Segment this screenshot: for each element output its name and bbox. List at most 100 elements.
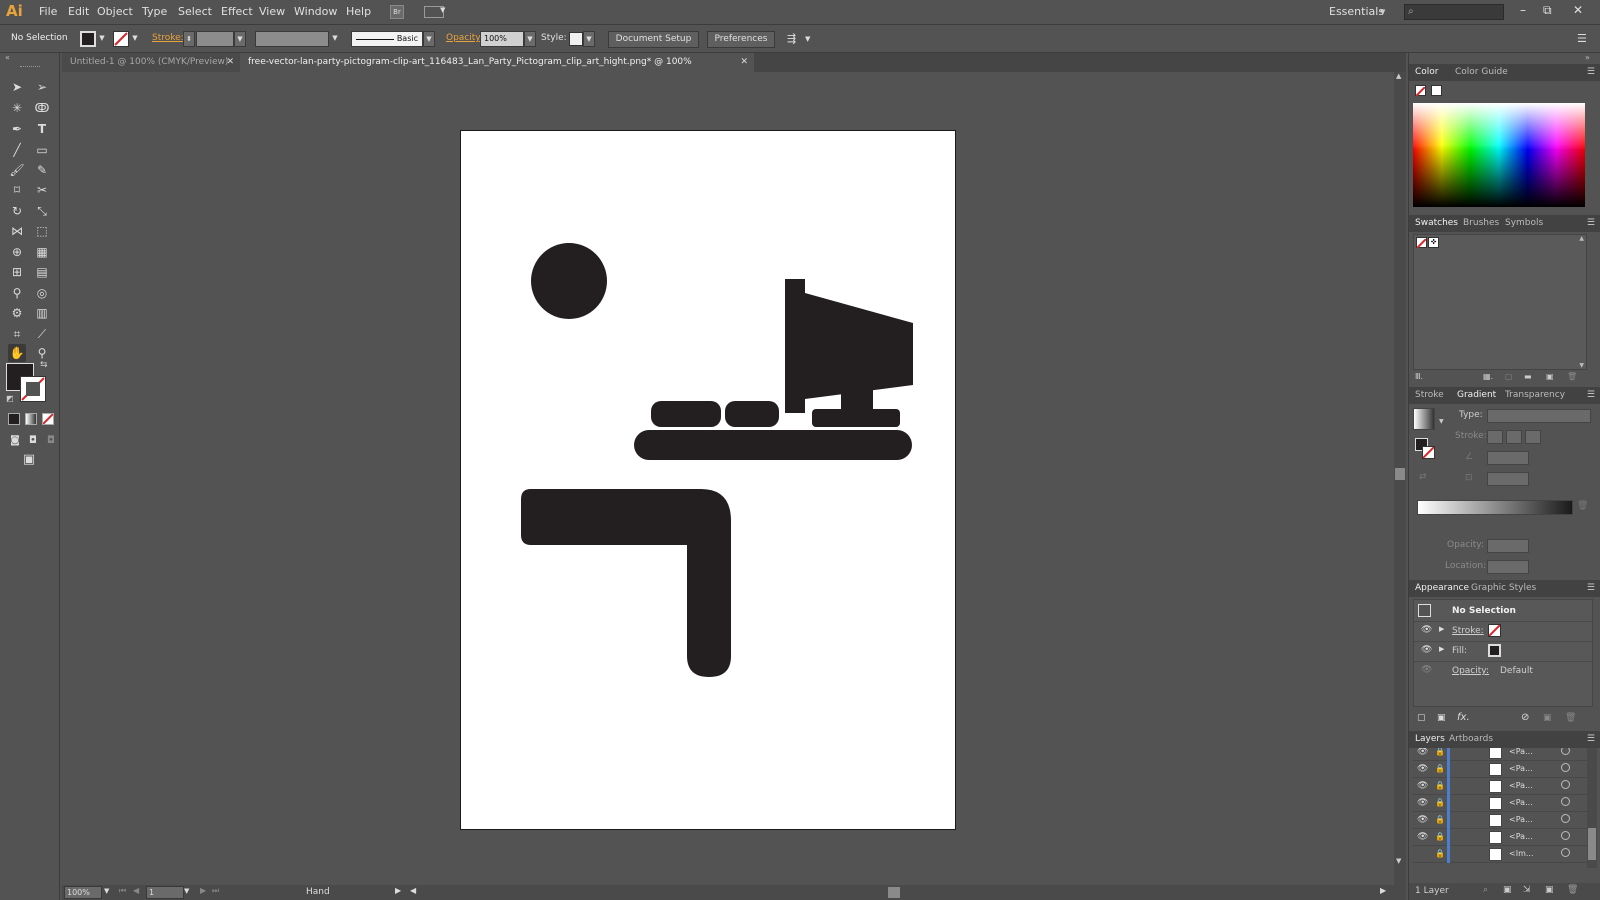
scrollbar-thumb[interactable] <box>1588 828 1596 860</box>
lock-icon[interactable]: 🔒 <box>1435 815 1445 824</box>
chevron-down-icon[interactable]: ▼ <box>583 31 595 47</box>
lock-icon[interactable]: 🔒 <box>1435 849 1445 858</box>
scroll-left-icon[interactable]: ◀ <box>410 886 416 895</box>
tab-untitled-1[interactable]: Untitled-1 @ 100% (CMYK/Preview) ✕ <box>62 53 240 72</box>
target-icon[interactable] <box>1561 780 1570 789</box>
zoom-level-input[interactable]: 100% <box>64 886 102 899</box>
expand-triangle-icon[interactable]: ▶ <box>1439 625 1444 633</box>
visibility-eye-icon[interactable]: 👁 <box>1421 665 1432 675</box>
swatch-libraries-icon[interactable]: Ⅲ. <box>1415 372 1423 381</box>
document-setup-button[interactable]: Document Setup <box>608 31 699 48</box>
brush-definition[interactable]: Basic <box>351 31 423 47</box>
panel-menu-icon[interactable]: ☰ <box>1587 64 1595 81</box>
direct-selection-tool-icon[interactable]: ➢ <box>33 78 51 96</box>
target-icon[interactable] <box>1561 848 1570 857</box>
show-swatch-kinds-icon[interactable]: ▦. <box>1483 372 1493 381</box>
layers-scrollbar[interactable] <box>1587 748 1597 868</box>
new-swatch-icon[interactable]: ▣ <box>1546 372 1554 381</box>
lan-party-pictogram[interactable] <box>461 131 957 831</box>
selection-tool-icon[interactable]: ➤ <box>8 78 26 96</box>
tab-color[interactable]: Color <box>1415 64 1439 81</box>
angle-input[interactable] <box>1487 451 1529 465</box>
make-clipping-mask-icon[interactable]: ▣ <box>1503 885 1512 895</box>
blend-tool-icon[interactable]: ◎ <box>33 284 51 302</box>
draw-normal-icon[interactable]: ◙ <box>6 432 24 450</box>
gradient-mode-icon[interactable] <box>25 413 37 425</box>
width-tool-icon[interactable]: ⋈ <box>8 222 26 240</box>
paintbrush-tool-icon[interactable]: 🖌 <box>8 161 26 179</box>
duplicate-item-icon[interactable]: ▣ <box>1543 713 1552 723</box>
none-mode-icon[interactable] <box>42 413 54 425</box>
locate-object-icon[interactable]: ⌕ <box>1483 885 1488 895</box>
stroke-indicator[interactable] <box>1422 446 1435 459</box>
lock-icon[interactable]: 🔒 <box>1435 748 1445 756</box>
add-new-fill-icon[interactable]: ▣ <box>1437 713 1446 723</box>
magic-wand-tool-icon[interactable]: ✳ <box>8 99 26 117</box>
last-artboard-icon[interactable]: ⏭ <box>212 886 219 896</box>
tab-appearance[interactable]: Appearance <box>1415 580 1469 597</box>
trash-icon[interactable]: 🗑 <box>1565 713 1576 723</box>
artboard[interactable] <box>460 130 956 830</box>
tab-gradient[interactable]: Gradient <box>1457 387 1496 404</box>
lock-icon[interactable]: 🔒 <box>1435 798 1445 807</box>
visibility-eye-icon[interactable]: 👁 <box>1417 798 1428 808</box>
layer-row[interactable]: 👁 🔒 <Pa... <box>1413 829 1593 846</box>
tab-lan-party-pictogram[interactable]: free-vector-lan-party-pictogram-clip-art… <box>240 53 754 86</box>
registration-swatch[interactable]: ✜ <box>1428 237 1439 248</box>
target-icon[interactable] <box>1561 748 1570 755</box>
stroke-gradient-along-icon[interactable] <box>1506 430 1522 444</box>
free-transform-tool-icon[interactable]: ⬚ <box>33 222 51 240</box>
gradient-slider[interactable] <box>1417 500 1573 515</box>
none-swatch[interactable] <box>1416 237 1427 249</box>
appearance-opacity-label[interactable]: Opacity: <box>1452 666 1489 676</box>
target-icon[interactable] <box>1561 814 1570 823</box>
default-fill-stroke-icon[interactable]: ◩ <box>6 394 14 403</box>
chevron-down-icon[interactable]: ▼ <box>329 31 341 47</box>
type-tool-icon[interactable]: T <box>33 120 51 138</box>
clear-appearance-icon[interactable]: ⊘ <box>1521 712 1529 723</box>
collapse-icon[interactable]: « <box>5 53 10 62</box>
collapse-panels-icon[interactable]: » <box>1585 53 1590 62</box>
visibility-eye-icon[interactable]: 👁 <box>1417 748 1428 757</box>
stroke-gradient-within-icon[interactable] <box>1487 430 1503 444</box>
arrange-icon[interactable]: ⇶ <box>787 32 796 45</box>
pencil-tool-icon[interactable]: ✎ <box>33 161 51 179</box>
monitor-back-shape[interactable] <box>785 279 805 413</box>
variable-width-profile[interactable] <box>255 31 329 47</box>
chevron-down-icon[interactable]: ▼ <box>184 887 189 895</box>
lasso-tool-icon[interactable]: ↂ <box>33 99 51 117</box>
line-tool-icon[interactable]: ╱ <box>8 141 26 159</box>
next-artboard-icon[interactable]: ▶ <box>200 886 206 895</box>
control-panel-menu-icon[interactable]: ☰ <box>1577 32 1587 45</box>
artboard-number-input[interactable]: 1 <box>146 886 184 899</box>
vertical-scrollbar[interactable]: ▲ ▼ <box>1394 72 1406 885</box>
stroke-label[interactable]: Stroke: <box>152 33 184 43</box>
color-spectrum[interactable] <box>1413 103 1585 207</box>
scroll-down-icon[interactable]: ▼ <box>1396 857 1401 865</box>
close-icon[interactable]: ✕ <box>740 53 748 72</box>
add-new-stroke-icon[interactable]: ▢ <box>1417 713 1426 723</box>
none-swatch[interactable] <box>1415 85 1426 97</box>
new-sublayer-icon[interactable]: ⇲ <box>1523 885 1531 895</box>
restore-button[interactable]: ⧉ <box>1543 3 1552 18</box>
reverse-gradient-icon[interactable]: ⇄ <box>1419 472 1427 482</box>
menu-file[interactable]: File <box>39 5 57 18</box>
opacity-label[interactable]: Opacity: <box>446 33 483 43</box>
chevron-down-icon[interactable]: ▼ <box>96 31 108 47</box>
chevron-down-icon[interactable]: ▼ <box>234 31 246 47</box>
first-artboard-icon[interactable]: ⏮ <box>119 886 126 896</box>
canvas-area[interactable] <box>62 72 1394 885</box>
chevron-down-icon[interactable]: ▼ <box>129 31 141 47</box>
tab-stroke[interactable]: Stroke <box>1415 387 1444 404</box>
tab-transparency[interactable]: Transparency <box>1505 387 1565 404</box>
stroke-swatch[interactable] <box>1488 624 1501 637</box>
add-effect-icon[interactable]: fx. <box>1457 712 1470 723</box>
stop-location-input[interactable] <box>1487 560 1529 574</box>
horizontal-scrollbar-thumb[interactable] <box>888 887 900 898</box>
gradient-tool-icon[interactable]: ▤ <box>33 263 51 281</box>
blob-brush-tool-icon[interactable]: ⌑ <box>8 181 26 199</box>
tab-swatches[interactable]: Swatches <box>1415 215 1458 232</box>
desk-shape[interactable] <box>634 430 912 460</box>
gradient-type-select[interactable] <box>1487 409 1591 423</box>
bridge-button[interactable]: Br <box>390 5 404 19</box>
